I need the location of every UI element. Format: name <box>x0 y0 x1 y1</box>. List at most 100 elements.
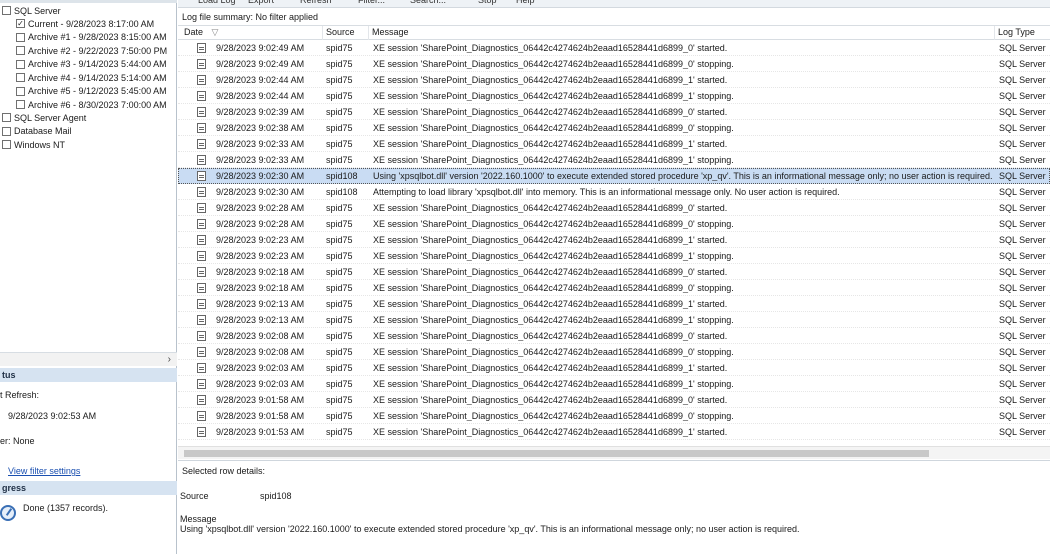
cell-source: spid75 <box>326 235 353 245</box>
checkbox[interactable] <box>2 126 11 136</box>
table-row[interactable]: 9/28/2023 9:02:33 AM spid75 XE session 'Sh… <box>178 136 1050 152</box>
tree-node-log[interactable]: Archive #3 - 9/14/2023 5:44:00 AM <box>16 58 167 71</box>
log-entry-icon <box>197 139 206 149</box>
cell-date: 9/28/2023 9:02:23 AM <box>216 235 305 245</box>
toolbar-button[interactable]: Export <box>248 0 274 5</box>
table-row[interactable]: 9/28/2023 9:02:49 AM spid75 XE session 'Sh… <box>178 40 1050 56</box>
tree-node-log[interactable]: Archive #6 - 8/30/2023 7:00:00 AM <box>16 98 167 111</box>
table-row[interactable]: 9/28/2023 9:02:08 AM spid75 XE session 'Sh… <box>178 344 1050 360</box>
cell-message: XE session 'SharePoint_Diagnostics_06442… <box>373 427 728 437</box>
checkbox[interactable] <box>2 6 11 15</box>
table-row[interactable]: 9/28/2023 9:02:28 AM spid75 XE session 'Sh… <box>178 200 1050 216</box>
cell-date: 9/28/2023 9:01:58 AM <box>216 411 305 421</box>
tree-node-log[interactable]: Archive #2 - 9/22/2023 7:50:00 PM <box>16 44 167 57</box>
cell-log-type: SQL Server <box>999 203 1046 213</box>
table-row[interactable]: 9/28/2023 9:02:30 AM spid108 Using 'xpsqlb… <box>178 168 1050 184</box>
log-entry-icon <box>197 427 206 437</box>
cell-source: spid75 <box>326 395 353 405</box>
table-row[interactable]: 9/28/2023 9:01:58 AM spid75 XE session 'Sh… <box>178 408 1050 424</box>
log-entry-icon <box>197 267 206 277</box>
tree-node-log[interactable]: Archive #4 - 9/14/2023 5:14:00 AM <box>16 71 167 84</box>
toolbar-button[interactable]: Filter... <box>358 0 385 5</box>
column-header-source[interactable]: Source <box>326 27 355 37</box>
tree-node-other[interactable]: Windows NT <box>2 138 65 151</box>
table-row[interactable]: 9/28/2023 9:02:28 AM spid75 XE session 'Sh… <box>178 216 1050 232</box>
column-header-date[interactable]: Date ▽ <box>184 27 218 38</box>
cell-source: spid75 <box>326 155 353 165</box>
grid-horizontal-scrollbar[interactable] <box>178 446 1050 459</box>
tree-node-other[interactable]: SQL Server Agent <box>2 111 86 124</box>
tree-node-sql-server[interactable]: SQL Server <box>2 4 61 17</box>
table-row[interactable]: 9/28/2023 9:02:03 AM spid75 XE session 'Sh… <box>178 376 1050 392</box>
tree-node-other[interactable]: Database Mail <box>2 125 72 138</box>
cell-log-type: SQL Server <box>999 299 1046 309</box>
table-row[interactable]: 9/28/2023 9:02:23 AM spid75 XE session 'Sh… <box>178 248 1050 264</box>
cell-message: XE session 'SharePoint_Diagnostics_06442… <box>373 123 734 133</box>
cell-log-type: SQL Server <box>999 315 1046 325</box>
log-entry-icon <box>197 219 206 229</box>
checkbox[interactable] <box>16 32 25 42</box>
table-row[interactable]: 9/28/2023 9:02:13 AM spid75 XE session 'Sh… <box>178 312 1050 328</box>
log-entry-icon <box>197 331 206 341</box>
table-row[interactable]: 9/28/2023 9:02:23 AM spid75 XE session 'Sh… <box>178 232 1050 248</box>
grid-header: Date ▽ Source Message Log Type <box>178 26 1050 40</box>
table-row[interactable]: 9/28/2023 9:02:44 AM spid75 XE session 'Sh… <box>178 72 1050 88</box>
tree-node-log[interactable]: Archive #1 - 9/28/2023 8:15:00 AM <box>16 31 167 44</box>
cell-source: spid75 <box>326 347 353 357</box>
table-row[interactable]: 9/28/2023 9:02:30 AM spid108 Attempting to… <box>178 184 1050 200</box>
progress-done-text: Done (1357 records). <box>23 503 109 513</box>
table-row[interactable]: 9/28/2023 9:02:18 AM spid75 XE session 'Sh… <box>178 280 1050 296</box>
tree-node-log[interactable]: ✓ Current - 9/28/2023 8:17:00 AM <box>16 17 154 30</box>
log-entry-icon <box>197 171 206 181</box>
checkbox[interactable] <box>16 59 25 69</box>
cell-log-type: SQL Server <box>999 219 1046 229</box>
table-row[interactable]: 9/28/2023 9:02:49 AM spid75 XE session 'Sh… <box>178 56 1050 72</box>
checkbox[interactable] <box>16 100 25 109</box>
tree-horizontal-scrollbar[interactable]: › <box>0 352 177 366</box>
table-row[interactable]: 9/28/2023 9:01:58 AM spid75 XE session 'Sh… <box>178 392 1050 408</box>
checkbox[interactable] <box>16 73 25 82</box>
scrollbar-thumb[interactable] <box>184 450 929 457</box>
toolbar-button[interactable]: Load Log <box>198 0 236 5</box>
scroll-right-icon[interactable]: › <box>168 354 171 365</box>
cell-message: XE session 'SharePoint_Diagnostics_06442… <box>373 347 734 357</box>
checkbox[interactable] <box>16 46 25 55</box>
tree-node-log[interactable]: Archive #5 - 9/12/2023 5:45:00 AM <box>16 85 167 98</box>
cell-source: spid75 <box>326 91 353 101</box>
table-row[interactable]: 9/28/2023 9:02:08 AM spid75 XE session 'Sh… <box>178 328 1050 344</box>
toolbar-button[interactable]: Search... <box>410 0 446 5</box>
cell-date: 9/28/2023 9:02:08 AM <box>216 331 305 341</box>
cell-source: spid75 <box>326 139 353 149</box>
column-header-message[interactable]: Message <box>372 27 409 37</box>
cell-message: XE session 'SharePoint_Diagnostics_06442… <box>373 235 728 245</box>
cell-log-type: SQL Server <box>999 139 1046 149</box>
column-separator[interactable] <box>368 26 369 40</box>
cell-message: XE session 'SharePoint_Diagnostics_06442… <box>373 155 734 165</box>
filter-funnel-icon[interactable]: ▽ <box>212 27 219 37</box>
cell-message: XE session 'SharePoint_Diagnostics_06442… <box>373 43 728 53</box>
table-row[interactable]: 9/28/2023 9:02:38 AM spid75 XE session 'Sh… <box>178 120 1050 136</box>
cell-message: XE session 'SharePoint_Diagnostics_06442… <box>373 219 734 229</box>
view-filter-settings-link[interactable]: View filter settings <box>8 466 80 476</box>
checkbox[interactable] <box>16 86 25 96</box>
table-row[interactable]: 9/28/2023 9:02:44 AM spid75 XE session 'Sh… <box>178 88 1050 104</box>
column-separator[interactable] <box>322 26 323 40</box>
checkbox[interactable] <box>2 113 11 122</box>
table-row[interactable]: 9/28/2023 9:02:39 AM spid75 XE session 'Sh… <box>178 104 1050 120</box>
log-entry-icon <box>197 75 206 85</box>
column-header-log-type[interactable]: Log Type <box>998 27 1035 37</box>
table-row[interactable]: 9/28/2023 9:02:33 AM spid75 XE session 'Sh… <box>178 152 1050 168</box>
checkbox[interactable] <box>2 140 11 149</box>
table-row[interactable]: 9/28/2023 9:02:13 AM spid75 XE session 'Sh… <box>178 296 1050 312</box>
cell-message: XE session 'SharePoint_Diagnostics_06442… <box>373 299 728 309</box>
column-separator[interactable] <box>994 26 995 40</box>
tree-node-label: Archive #2 - 9/22/2023 7:50:00 PM <box>28 45 168 56</box>
table-row[interactable]: 9/28/2023 9:02:18 AM spid75 XE session 'Sh… <box>178 264 1050 280</box>
checked-checkbox[interactable]: ✓ <box>16 19 25 28</box>
table-row[interactable]: 9/28/2023 9:01:53 AM spid75 XE session 'Sh… <box>178 424 1050 440</box>
toolbar-button[interactable]: Help <box>516 0 535 5</box>
toolbar-button[interactable]: Stop <box>478 0 497 5</box>
toolbar-button[interactable]: Refresh <box>300 0 332 5</box>
table-row[interactable]: 9/28/2023 9:02:03 AM spid75 XE session 'Sh… <box>178 360 1050 376</box>
cell-message: XE session 'SharePoint_Diagnostics_06442… <box>373 331 728 341</box>
